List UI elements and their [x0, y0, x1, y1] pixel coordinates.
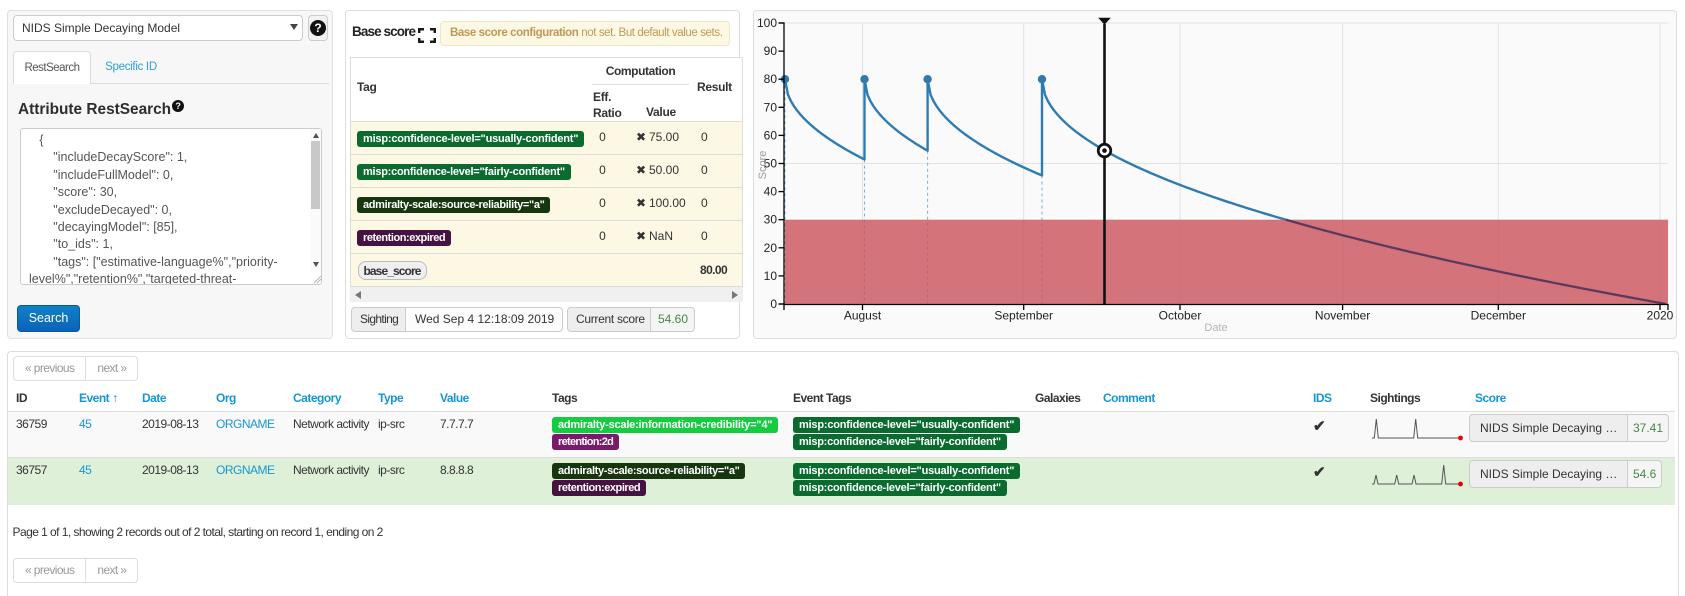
- svg-text:December: December: [1471, 309, 1526, 323]
- svg-text:10: 10: [764, 269, 778, 283]
- svg-text:Date: Date: [1204, 322, 1227, 334]
- svg-text:November: November: [1315, 309, 1370, 323]
- svg-text:2020: 2020: [1647, 309, 1674, 323]
- svg-text:90: 90: [764, 44, 778, 58]
- svg-text:Score: Score: [757, 151, 769, 180]
- svg-text:70: 70: [764, 100, 778, 114]
- svg-text:100: 100: [757, 16, 777, 30]
- svg-text:September: September: [994, 309, 1053, 323]
- svg-text:0: 0: [770, 297, 777, 311]
- svg-text:30: 30: [764, 213, 778, 227]
- svg-text:80: 80: [764, 72, 778, 86]
- svg-text:60: 60: [764, 128, 778, 142]
- svg-text:August: August: [844, 309, 882, 323]
- svg-text:20: 20: [764, 241, 778, 255]
- svg-text:40: 40: [764, 185, 778, 199]
- svg-text:October: October: [1159, 309, 1202, 323]
